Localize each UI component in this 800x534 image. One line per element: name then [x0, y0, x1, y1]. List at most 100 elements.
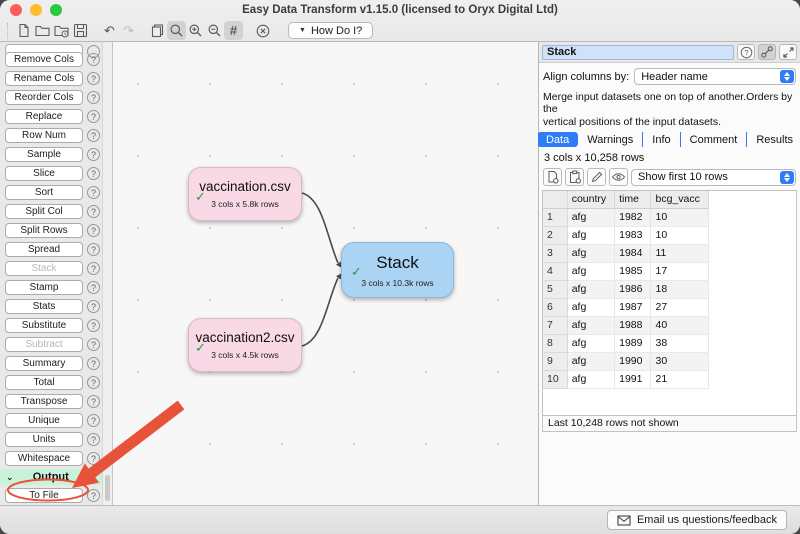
bcg-vacc-cell[interactable]: 11: [651, 244, 708, 262]
redo-button[interactable]: ↷: [119, 21, 138, 40]
help-icon[interactable]: ?: [87, 53, 100, 66]
panel-tab[interactable]: Data: [537, 132, 578, 147]
bcg-vacc-cell[interactable]: 18: [651, 280, 708, 298]
help-icon[interactable]: ?: [87, 395, 100, 408]
time-cell[interactable]: 1982: [615, 208, 651, 226]
transform-button[interactable]: Spread: [5, 242, 83, 257]
transform-button[interactable]: Sort: [5, 185, 83, 200]
time-cell[interactable]: 1984: [615, 244, 651, 262]
align-columns-select[interactable]: Header name: [634, 68, 796, 85]
transform-button[interactable]: Reorder Cols: [5, 90, 83, 105]
edit-data-button[interactable]: [587, 168, 606, 186]
help-icon[interactable]: ?: [87, 205, 100, 218]
country-cell[interactable]: afg: [567, 208, 614, 226]
help-icon[interactable]: ?: [87, 129, 100, 142]
transform-button[interactable]: Total: [5, 375, 83, 390]
transform-button[interactable]: Sample: [5, 147, 83, 162]
save-button[interactable]: [71, 21, 90, 40]
zoom-out-button[interactable]: [205, 21, 224, 40]
disconnect-button[interactable]: [253, 21, 272, 40]
bcg-vacc-cell[interactable]: 30: [651, 352, 708, 370]
panel-tab[interactable]: Comment: [680, 132, 747, 147]
sidebar-section-output[interactable]: ⌄ Output: [0, 469, 102, 485]
transform-button[interactable]: Summary: [5, 356, 83, 371]
transform-button[interactable]: Replace: [5, 109, 83, 124]
copy-data-button[interactable]: [543, 168, 562, 186]
row-number-cell[interactable]: 6: [543, 298, 567, 316]
country-cell[interactable]: afg: [567, 334, 614, 352]
snap-grid-button[interactable]: #: [224, 21, 243, 40]
transform-button[interactable]: Transpose: [5, 394, 83, 409]
transform-button[interactable]: Row Num: [5, 128, 83, 143]
transform-button[interactable]: Split Rows: [5, 223, 83, 238]
help-icon[interactable]: ?: [87, 319, 100, 332]
transform-button[interactable]: Rename Cols: [5, 71, 83, 86]
panel-expand-button[interactable]: [779, 44, 797, 60]
country-cell[interactable]: afg: [567, 226, 614, 244]
transform-button[interactable]: Slice: [5, 166, 83, 181]
help-icon[interactable]: ?: [87, 243, 100, 256]
row-number-cell[interactable]: 9: [543, 352, 567, 370]
transform-button[interactable]: Stack: [5, 261, 83, 276]
show-rows-select[interactable]: Show first 10 rows: [631, 169, 796, 186]
help-icon[interactable]: ?: [87, 148, 100, 161]
help-icon[interactable]: ?: [87, 338, 100, 351]
help-icon[interactable]: ?: [87, 489, 100, 502]
time-cell[interactable]: 1983: [615, 226, 651, 244]
open-recent-button[interactable]: [52, 21, 71, 40]
help-icon[interactable]: ?: [87, 357, 100, 370]
help-icon[interactable]: ?: [87, 224, 100, 237]
country-cell[interactable]: afg: [567, 244, 614, 262]
country-cell[interactable]: afg: [567, 316, 614, 334]
row-number-cell[interactable]: 5: [543, 280, 567, 298]
view-data-button[interactable]: [609, 168, 628, 186]
row-number-cell[interactable]: 7: [543, 316, 567, 334]
country-cell[interactable]: afg: [567, 262, 614, 280]
bcg-vacc-cell[interactable]: 10: [651, 226, 708, 244]
help-icon[interactable]: ?: [87, 414, 100, 427]
time-cell[interactable]: 1990: [615, 352, 651, 370]
new-file-button[interactable]: [14, 21, 33, 40]
panel-tab[interactable]: Results: [746, 132, 800, 147]
help-icon[interactable]: ?: [87, 281, 100, 294]
help-icon[interactable]: ?: [87, 186, 100, 199]
transform-button[interactable]: Remove Cols: [5, 52, 83, 67]
help-icon[interactable]: ?: [87, 376, 100, 389]
to-file-button[interactable]: To File: [5, 488, 83, 503]
duplicate-button[interactable]: [148, 21, 167, 40]
help-icon[interactable]: ?: [87, 262, 100, 275]
email-feedback-button[interactable]: Email us questions/feedback: [607, 510, 787, 530]
time-cell[interactable]: 1985: [615, 262, 651, 280]
row-number-cell[interactable]: 10: [543, 370, 567, 388]
country-cell[interactable]: afg: [567, 370, 614, 388]
panel-link-button[interactable]: [758, 44, 776, 60]
help-icon[interactable]: ?: [87, 91, 100, 104]
column-header[interactable]: bcg_vacc: [651, 191, 708, 208]
flow-canvas[interactable]: ✓ vaccination.csv 3 cols x 5.8k rows ✓ v…: [113, 42, 538, 505]
zoom-tool-button[interactable]: [167, 21, 186, 40]
help-icon[interactable]: ?: [87, 433, 100, 446]
node-vaccination2-csv[interactable]: ✓ vaccination2.csv 3 cols x 4.5k rows: [188, 318, 302, 372]
transform-button[interactable]: Stats: [5, 299, 83, 314]
row-number-cell[interactable]: 2: [543, 226, 567, 244]
sidebar-scrollbar[interactable]: [102, 42, 113, 505]
column-header[interactable]: time: [615, 191, 651, 208]
country-cell[interactable]: afg: [567, 298, 614, 316]
help-icon[interactable]: ?: [87, 72, 100, 85]
panel-tab[interactable]: Warnings: [578, 132, 642, 147]
transform-button[interactable]: Split Col: [5, 204, 83, 219]
column-header[interactable]: [543, 191, 567, 208]
bcg-vacc-cell[interactable]: 40: [651, 316, 708, 334]
transform-button[interactable]: Unique: [5, 413, 83, 428]
transform-button[interactable]: Substitute: [5, 318, 83, 333]
time-cell[interactable]: 1987: [615, 298, 651, 316]
bcg-vacc-cell[interactable]: 38: [651, 334, 708, 352]
zoom-in-button[interactable]: [186, 21, 205, 40]
row-number-cell[interactable]: 4: [543, 262, 567, 280]
bcg-vacc-cell[interactable]: 27: [651, 298, 708, 316]
help-icon[interactable]: ?: [87, 167, 100, 180]
open-file-button[interactable]: [33, 21, 52, 40]
transform-button[interactable]: Units: [5, 432, 83, 447]
node-name-input[interactable]: Stack: [542, 45, 734, 60]
time-cell[interactable]: 1989: [615, 334, 651, 352]
